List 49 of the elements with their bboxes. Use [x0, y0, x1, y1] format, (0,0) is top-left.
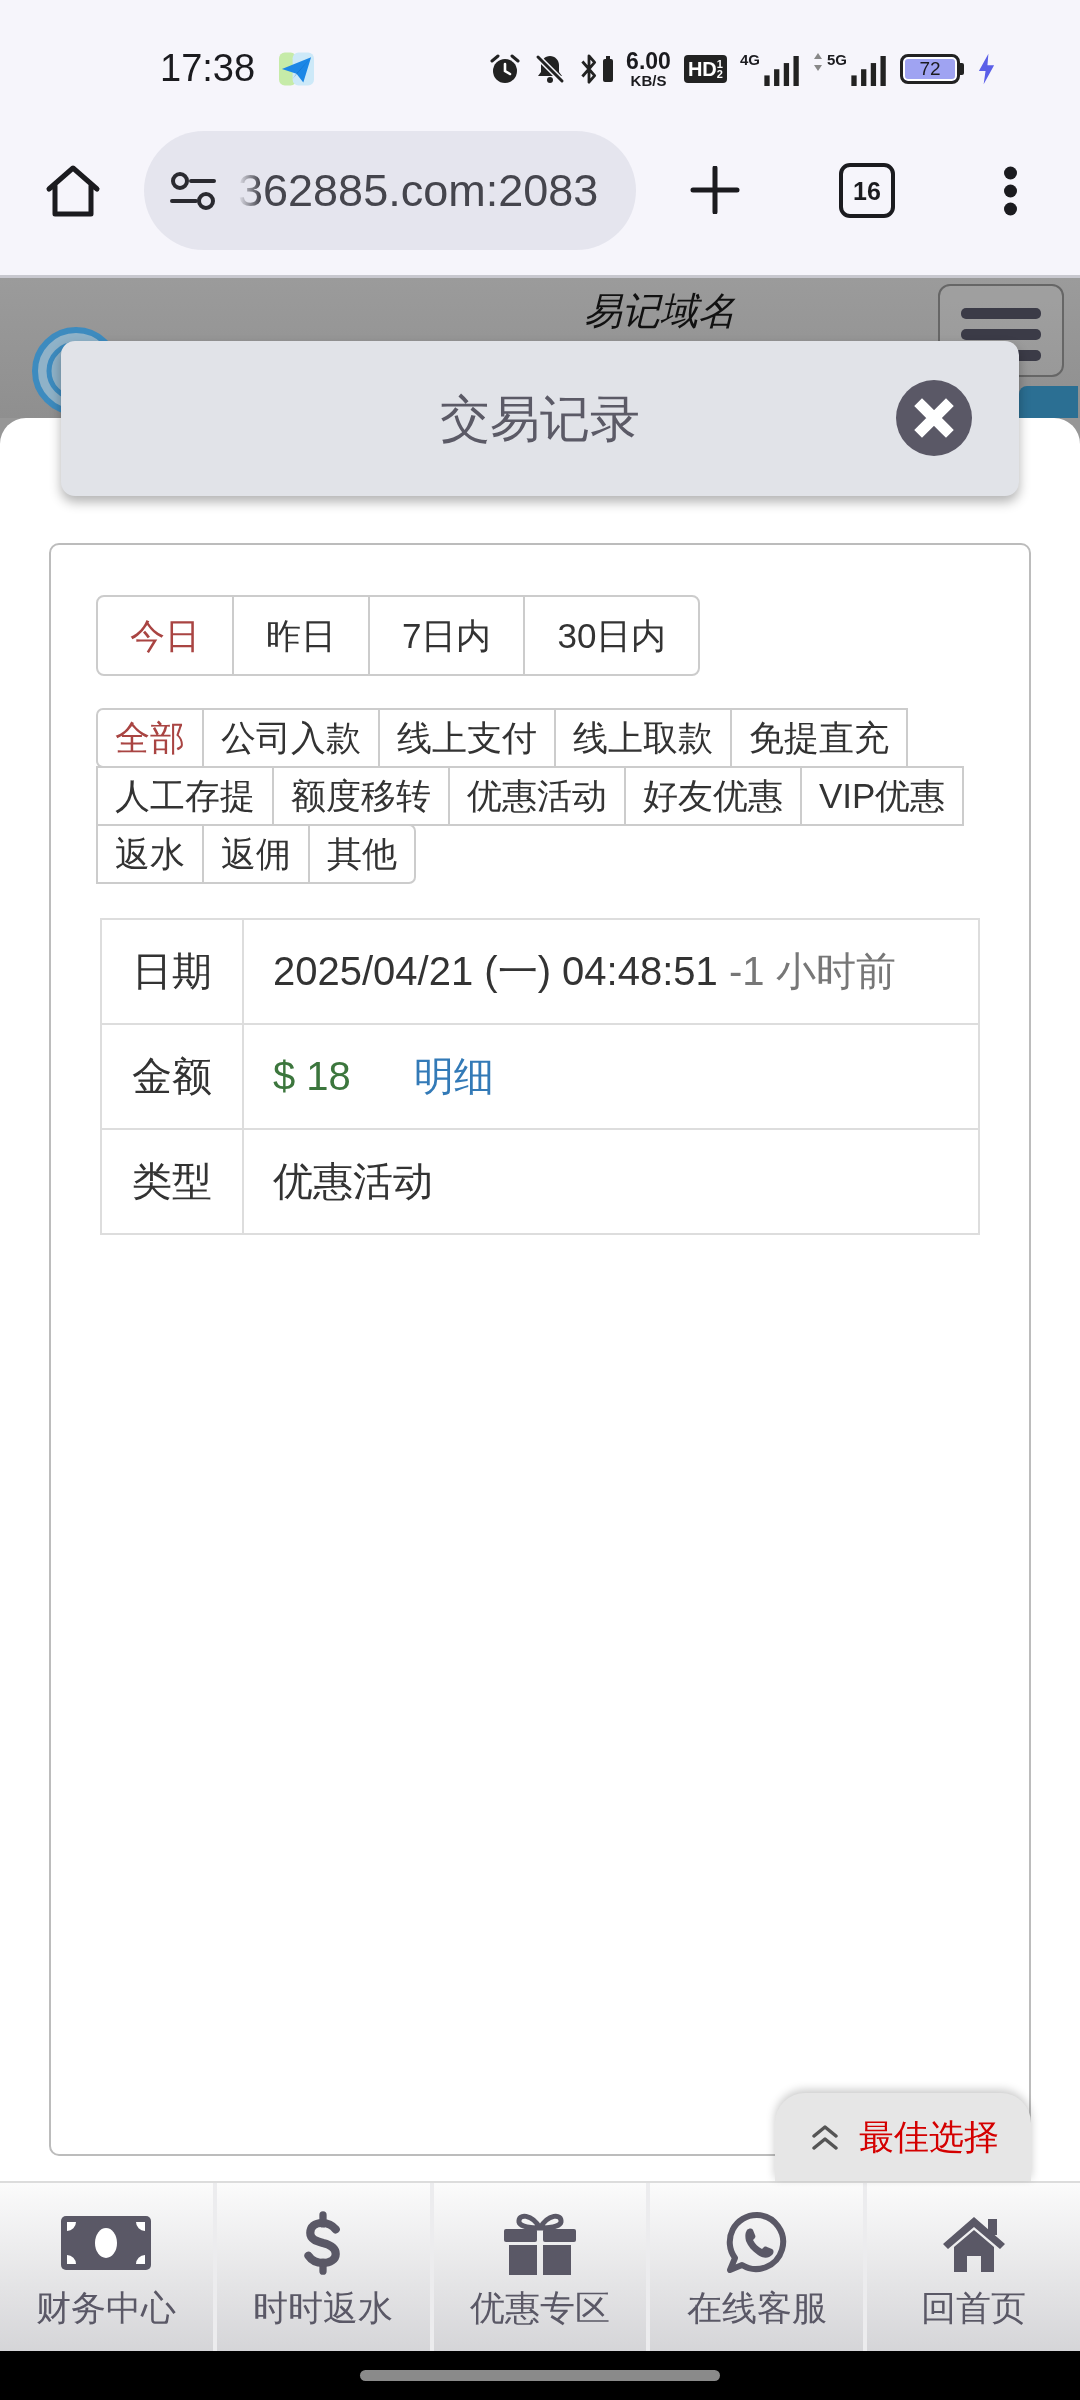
- paper-plane-icon: [279, 52, 315, 86]
- filter-tab[interactable]: 全部: [96, 708, 204, 768]
- date-tab[interactable]: 7日内: [368, 595, 526, 676]
- filter-tab[interactable]: 其他: [308, 824, 416, 884]
- data-arrows-icon: [813, 52, 823, 72]
- muted-bell-icon: [534, 53, 567, 85]
- charging-icon: [977, 53, 996, 85]
- table-cell: 类型: [101, 1129, 243, 1234]
- filter-tab[interactable]: 免提直充: [730, 708, 908, 768]
- relative-time-text: -1 小时前: [728, 949, 896, 993]
- address-bar[interactable]: 362885.com:2083: [144, 131, 636, 250]
- close-icon[interactable]: [896, 380, 972, 456]
- network-speed-text: 6.00: [626, 50, 671, 73]
- site-name: 易记域名: [584, 289, 736, 334]
- url-text: 362885.com:2083: [238, 163, 599, 218]
- date-text: 2025/04/21 (一) 04:48:51: [273, 949, 718, 993]
- plus-icon[interactable]: [690, 166, 740, 214]
- battery-indicator: 72: [900, 54, 964, 84]
- network-type-text: 5G: [827, 52, 847, 67]
- tab-count-button[interactable]: 16: [839, 163, 895, 218]
- gift-icon: [504, 2211, 576, 2275]
- network-type-text: 4G: [739, 52, 760, 67]
- date-tab[interactable]: 30日内: [523, 595, 701, 676]
- signal-icon: [851, 56, 887, 86]
- home-icon: [941, 2214, 1006, 2272]
- more-menu-icon[interactable]: [1002, 166, 1019, 216]
- alarm-clock-icon: [489, 53, 522, 85]
- bottom-nav-item[interactable]: 回首页: [867, 2183, 1080, 2351]
- table-cell: 日期: [101, 919, 243, 1024]
- small-battery-icon: [603, 56, 614, 82]
- date-tab[interactable]: 今日: [96, 595, 234, 676]
- home-icon[interactable]: [45, 164, 101, 218]
- date-tab[interactable]: 昨日: [232, 595, 370, 676]
- status-time: 17:38: [160, 48, 256, 88]
- table-cell: 金额: [101, 1024, 243, 1129]
- amount-text: $ 18: [273, 1054, 351, 1098]
- banknote-icon: [61, 2216, 152, 2270]
- best-choice-button[interactable]: 最佳选择: [775, 2093, 1031, 2181]
- modal-title: 交易记录: [440, 389, 640, 449]
- filter-tab[interactable]: 返水: [96, 824, 204, 884]
- table-cell: 优惠活动: [243, 1129, 979, 1234]
- sliders-icon[interactable]: [170, 170, 216, 211]
- header-button-edge: [1019, 386, 1078, 418]
- filter-tab[interactable]: VIP优惠: [800, 766, 965, 826]
- phone-chat-icon: [724, 2211, 789, 2275]
- detail-link[interactable]: 明细: [414, 1054, 494, 1098]
- double-chevron-up-icon: [811, 2124, 839, 2150]
- signal-icon: [764, 56, 800, 86]
- speed-unit-text: KB/S: [630, 73, 667, 88]
